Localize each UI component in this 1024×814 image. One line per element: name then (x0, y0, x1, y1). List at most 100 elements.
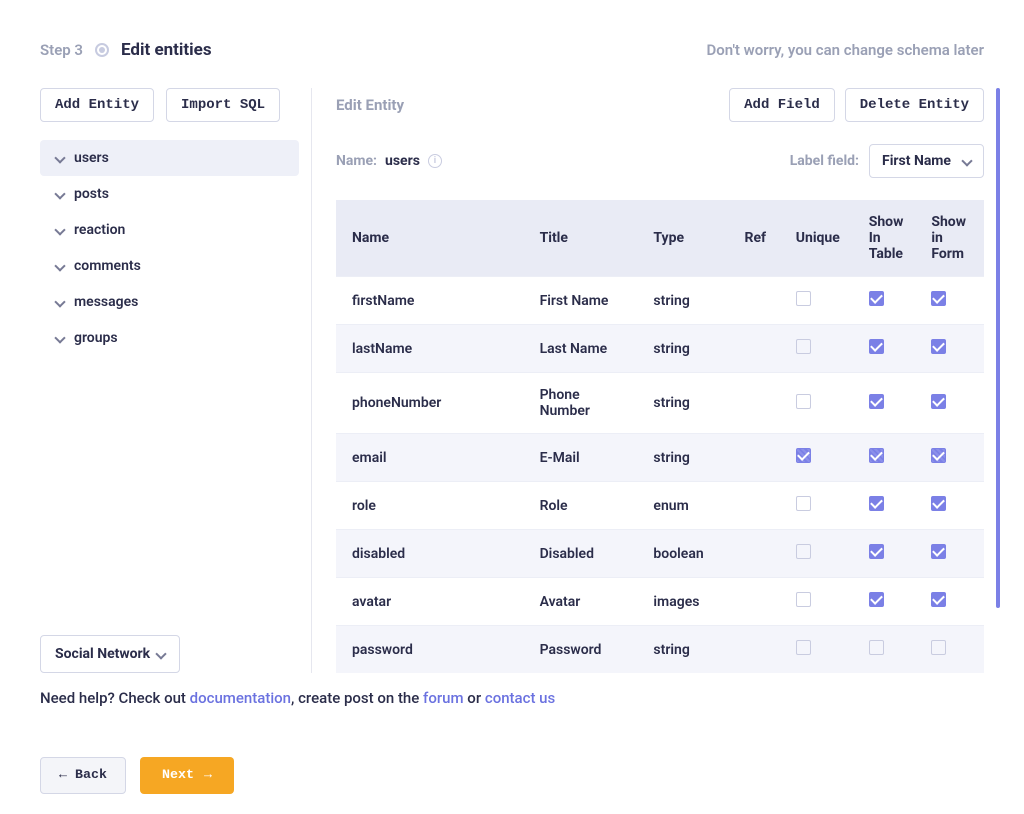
col-type: Type (643, 200, 734, 277)
field-type: images (643, 578, 734, 626)
contact-link[interactable]: contact us (485, 689, 555, 707)
entity-item-label: groups (74, 330, 118, 346)
arrow-right-icon (204, 768, 212, 783)
entity-item-reaction[interactable]: reaction (40, 212, 299, 248)
entity-item-label: messages (74, 294, 138, 310)
field-name: phoneNumber (336, 373, 530, 434)
field-ref (735, 373, 786, 434)
field-name: lastName (336, 325, 530, 373)
info-icon[interactable]: i (428, 154, 442, 168)
label-field-select[interactable]: First Name (869, 144, 984, 178)
field-title: Role (530, 482, 644, 530)
checkbox[interactable] (931, 496, 946, 511)
field-title: Avatar (530, 578, 644, 626)
table-row: lastNameLast Namestring (336, 325, 984, 373)
step-progress-icon (95, 43, 109, 57)
fields-table: Name Title Type Ref Unique Show In Table… (336, 200, 984, 673)
checkbox[interactable] (931, 448, 946, 463)
field-ref (735, 578, 786, 626)
checkbox[interactable] (796, 394, 811, 409)
entity-item-users[interactable]: users (40, 140, 299, 176)
checkbox[interactable] (869, 544, 884, 559)
field-name: role (336, 482, 530, 530)
checkbox[interactable] (796, 291, 811, 306)
col-show-form: Show in Form (921, 200, 984, 277)
field-type: string (643, 325, 734, 373)
chevron-down-icon (54, 333, 64, 343)
checkbox[interactable] (796, 448, 811, 463)
table-row: phoneNumberPhone Numberstring (336, 373, 984, 434)
col-name: Name (336, 200, 530, 277)
entity-item-label: reaction (74, 222, 125, 238)
add-field-button[interactable]: Add Field (729, 88, 835, 122)
field-ref (735, 277, 786, 325)
add-entity-button[interactable]: Add Entity (40, 88, 154, 122)
chevron-down-icon (54, 189, 64, 199)
field-title: Password (530, 626, 644, 674)
field-title: E-Mail (530, 434, 644, 482)
field-name: firstName (336, 277, 530, 325)
delete-entity-button[interactable]: Delete Entity (845, 88, 984, 122)
col-ref: Ref (735, 200, 786, 277)
entity-item-posts[interactable]: posts (40, 176, 299, 212)
checkbox[interactable] (869, 496, 884, 511)
field-type: string (643, 373, 734, 434)
checkbox[interactable] (869, 291, 884, 306)
scrollbar[interactable] (996, 88, 1000, 608)
edit-entity-title: Edit Entity (336, 96, 404, 114)
field-ref (735, 325, 786, 373)
entity-item-label: comments (74, 258, 141, 274)
checkbox[interactable] (796, 339, 811, 354)
entity-item-comments[interactable]: comments (40, 248, 299, 284)
label-field-label: Label field: (790, 153, 859, 169)
forum-link[interactable]: forum (423, 689, 464, 707)
next-label: Next (162, 768, 194, 783)
checkbox[interactable] (931, 339, 946, 354)
checkbox[interactable] (869, 448, 884, 463)
col-unique: Unique (786, 200, 859, 277)
entity-item-groups[interactable]: groups (40, 320, 299, 356)
field-title: First Name (530, 277, 644, 325)
checkbox[interactable] (796, 592, 811, 607)
checkbox[interactable] (796, 640, 811, 655)
field-type: string (643, 626, 734, 674)
checkbox[interactable] (796, 496, 811, 511)
entity-item-label: posts (74, 186, 109, 202)
checkbox[interactable] (869, 339, 884, 354)
chevron-down-icon (54, 153, 64, 163)
checkbox[interactable] (931, 394, 946, 409)
field-ref (735, 434, 786, 482)
field-name: avatar (336, 578, 530, 626)
chevron-down-icon (54, 297, 64, 307)
back-label: Back (75, 768, 107, 783)
checkbox[interactable] (796, 544, 811, 559)
template-select[interactable]: Social Network (40, 635, 180, 673)
step-label: Step 3 (40, 41, 83, 59)
checkbox[interactable] (869, 592, 884, 607)
arrow-left-icon (59, 768, 67, 783)
entity-item-messages[interactable]: messages (40, 284, 299, 320)
checkbox[interactable] (931, 640, 946, 655)
field-type: enum (643, 482, 734, 530)
table-row: disabledDisabledboolean (336, 530, 984, 578)
field-ref (735, 482, 786, 530)
checkbox[interactable] (931, 291, 946, 306)
entity-item-label: users (74, 150, 109, 166)
col-show-table: Show In Table (859, 200, 922, 277)
entity-name-value: users (385, 153, 420, 169)
import-sql-button[interactable]: Import SQL (166, 88, 280, 122)
back-button[interactable]: Back (40, 757, 126, 794)
field-name: disabled (336, 530, 530, 578)
next-button[interactable]: Next (140, 757, 234, 794)
field-name: email (336, 434, 530, 482)
field-name: password (336, 626, 530, 674)
checkbox[interactable] (931, 544, 946, 559)
field-title: Last Name (530, 325, 644, 373)
checkbox[interactable] (869, 640, 884, 655)
checkbox[interactable] (931, 592, 946, 607)
col-title: Title (530, 200, 644, 277)
checkbox[interactable] (869, 394, 884, 409)
header-hint: Don't worry, you can change schema later (706, 41, 984, 59)
documentation-link[interactable]: documentation (190, 689, 291, 707)
field-title: Disabled (530, 530, 644, 578)
